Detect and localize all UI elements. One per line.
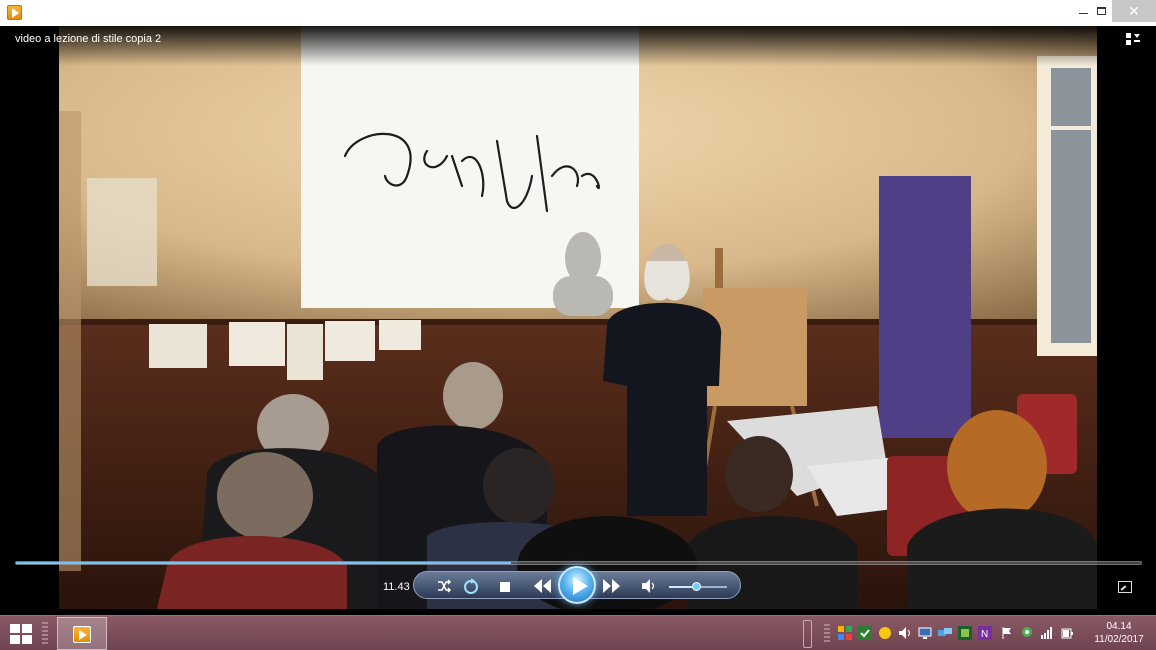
tray-apps-icon[interactable] — [838, 626, 852, 640]
action-center-flag-icon[interactable] — [1000, 626, 1014, 640]
shuffle-button[interactable] — [436, 578, 452, 594]
maximize-icon — [1096, 7, 1106, 15]
signal-strength-icon[interactable] — [1040, 626, 1054, 640]
switch-to-library-button[interactable] — [1125, 32, 1141, 46]
seek-bar-progress — [16, 562, 511, 564]
tray-check-icon[interactable] — [858, 626, 872, 640]
tray-display-icon[interactable] — [918, 626, 932, 640]
svg-text:N: N — [981, 629, 988, 640]
play-button[interactable] — [558, 566, 596, 604]
start-button[interactable] — [10, 624, 32, 644]
mute-button[interactable] — [641, 579, 657, 593]
stop-button[interactable] — [498, 580, 512, 594]
shuffle-icon — [438, 579, 452, 593]
switch-view-icon — [1126, 33, 1140, 45]
onenote-icon[interactable]: N — [978, 626, 992, 640]
video-frame: Donghi Lurker — [7, 26, 1149, 609]
fast-forward-icon — [603, 579, 620, 593]
taskbar-toolbar-handle[interactable] — [803, 620, 812, 648]
current-time: 11.43 — [383, 581, 410, 593]
volume-slider-thumb[interactable] — [692, 582, 701, 591]
close-icon: ✕ — [1128, 2, 1140, 19]
fullscreen-button[interactable] — [1118, 581, 1132, 593]
battery-icon[interactable] — [1060, 626, 1074, 640]
previous-button[interactable] — [532, 579, 552, 593]
taskbar-clock[interactable]: 04.14 11/02/2017 — [1088, 620, 1150, 646]
video-title: video a lezione di stile copia 2 — [15, 33, 162, 45]
tray-network-icon[interactable] — [938, 626, 952, 640]
repeat-button[interactable] — [462, 578, 480, 596]
projection-signature-text: Donghi Lurker — [467, 295, 474, 297]
video-viewport[interactable]: Donghi Lurker video a lezione di stile c… — [7, 26, 1149, 609]
next-button[interactable] — [602, 579, 622, 593]
speaker-icon — [642, 579, 655, 593]
taskbar-grip — [42, 622, 48, 646]
stop-icon — [500, 582, 510, 592]
seek-bar[interactable] — [15, 561, 1142, 565]
tray-norton-icon[interactable] — [878, 626, 892, 640]
taskbar: N 04.14 11/02/2017 — [0, 615, 1156, 650]
media-player-icon — [73, 626, 91, 643]
clock-time: 04.14 — [1106, 621, 1132, 632]
taskbar-media-player[interactable] — [57, 617, 107, 650]
windows-logo-icon — [10, 624, 20, 633]
tray-location-icon[interactable] — [1020, 626, 1034, 640]
rewind-icon — [534, 579, 551, 593]
tray-app-green-icon[interactable] — [958, 626, 972, 640]
close-button[interactable]: ✕ — [1112, 0, 1156, 22]
volume-tray-icon[interactable] — [898, 626, 912, 640]
app-icon — [7, 5, 22, 20]
taskbar-grip-tray — [824, 624, 830, 644]
clock-date: 11/02/2017 — [1094, 634, 1144, 645]
window-titlebar: ✕ — [0, 0, 1156, 26]
